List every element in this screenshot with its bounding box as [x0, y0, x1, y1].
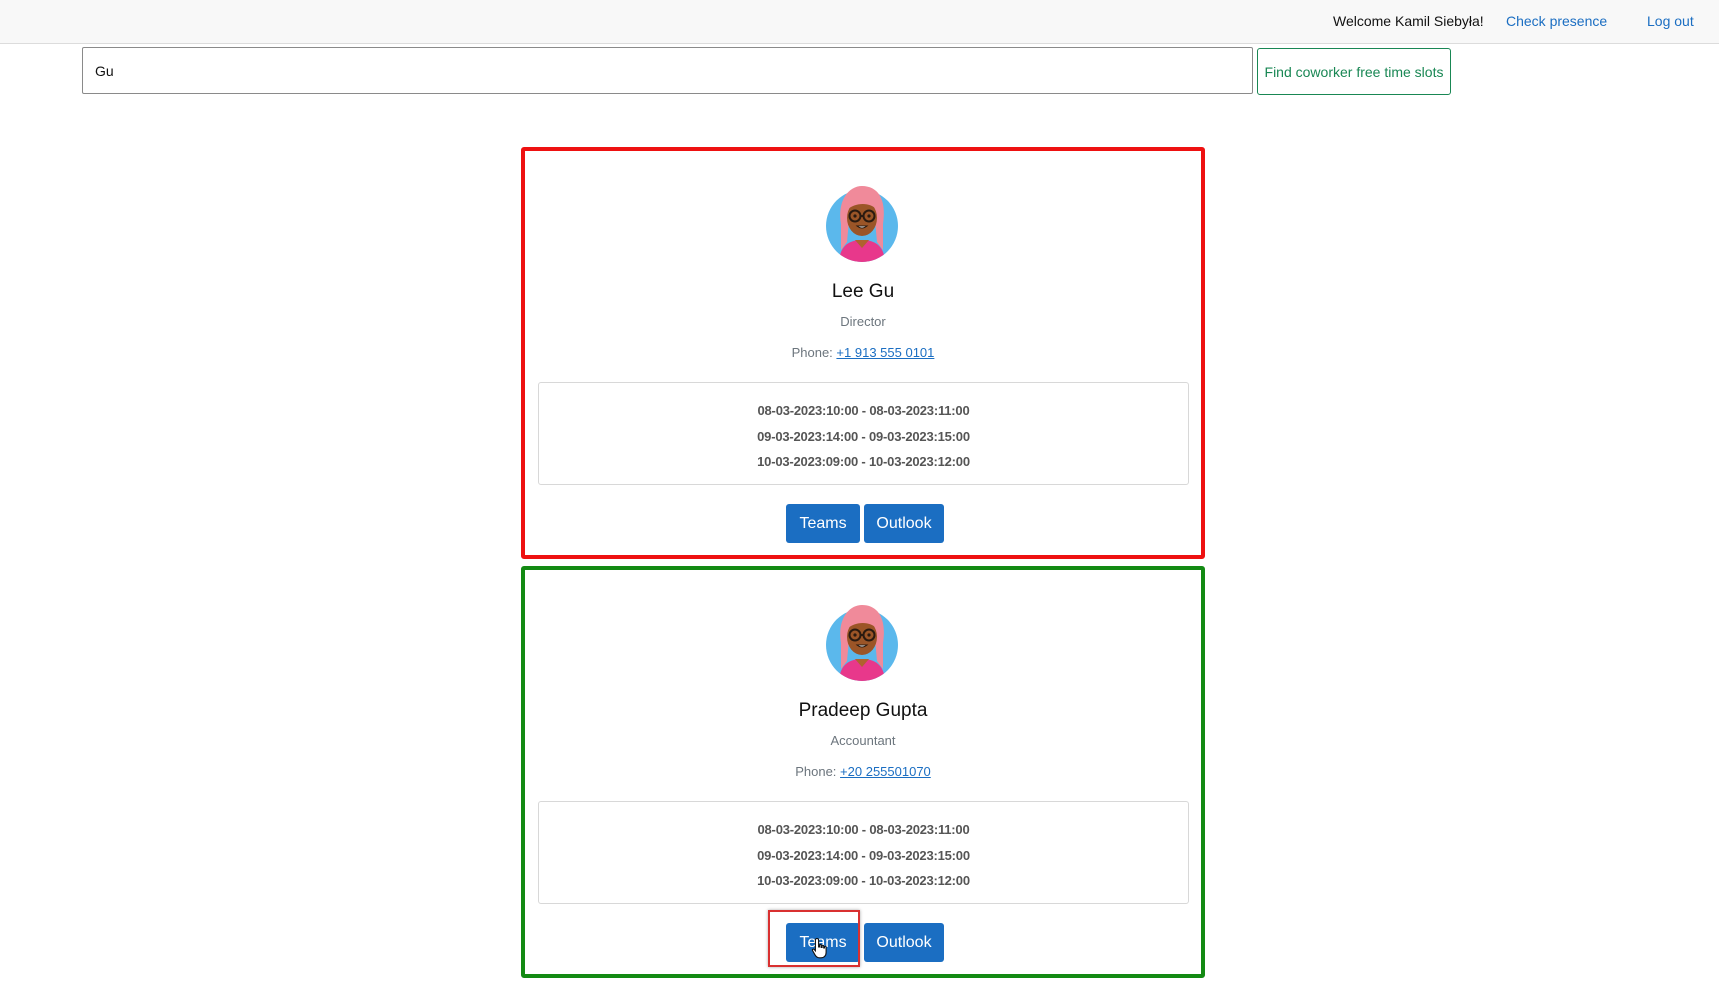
- time-slot: 09-03-2023:14:00 - 09-03-2023:15:00: [757, 847, 970, 863]
- phone-label: Phone:: [791, 345, 833, 360]
- phone-label: Phone:: [795, 764, 837, 779]
- welcome-text: Welcome Kamil Siebyła!: [1333, 13, 1484, 29]
- person-job-title: Director: [840, 314, 886, 329]
- coworker-card-lee-gu: Lee Gu Director Phone: +1 913 555 0101 0…: [521, 147, 1205, 559]
- phone-link[interactable]: +1 913 555 0101: [836, 345, 934, 360]
- coworker-search-input[interactable]: [82, 47, 1253, 94]
- avatar-icon: [825, 180, 899, 264]
- hand-pointer-icon: [811, 937, 827, 959]
- free-time-slots: 08-03-2023:10:00 - 08-03-2023:11:00 09-0…: [538, 382, 1189, 485]
- logout-link[interactable]: Log out: [1647, 13, 1694, 29]
- find-free-slots-button[interactable]: Find coworker free time slots: [1257, 48, 1451, 95]
- person-name: Pradeep Gupta: [798, 700, 928, 721]
- phone-link[interactable]: +20 255501070: [840, 764, 931, 779]
- person-name: Lee Gu: [831, 281, 895, 302]
- check-presence-link[interactable]: Check presence: [1506, 13, 1607, 29]
- avatar-icon: [825, 599, 899, 683]
- person-job-title: Accountant: [830, 733, 896, 748]
- teams-button[interactable]: Teams: [786, 504, 860, 543]
- time-slot: 10-03-2023:09:00 - 10-03-2023:12:00: [757, 873, 970, 888]
- free-time-slots: 08-03-2023:10:00 - 08-03-2023:11:00 09-0…: [538, 801, 1189, 904]
- time-slot: 08-03-2023:10:00 - 08-03-2023:11:00: [757, 822, 970, 837]
- coworker-card-pradeep-gupta: Pradeep Gupta Accountant Phone: +20 2555…: [521, 566, 1205, 978]
- outlook-button[interactable]: Outlook: [864, 504, 944, 543]
- outlook-button[interactable]: Outlook: [864, 923, 944, 962]
- phone-line: Phone: +20 255501070: [525, 764, 1201, 779]
- time-slot: 09-03-2023:14:00 - 09-03-2023:15:00: [757, 428, 970, 444]
- time-slot: 08-03-2023:10:00 - 08-03-2023:11:00: [757, 403, 970, 418]
- top-navbar: Welcome Kamil Siebyła! Check presence Lo…: [0, 0, 1719, 44]
- time-slot: 10-03-2023:09:00 - 10-03-2023:12:00: [757, 454, 970, 469]
- phone-line: Phone: +1 913 555 0101: [525, 345, 1201, 360]
